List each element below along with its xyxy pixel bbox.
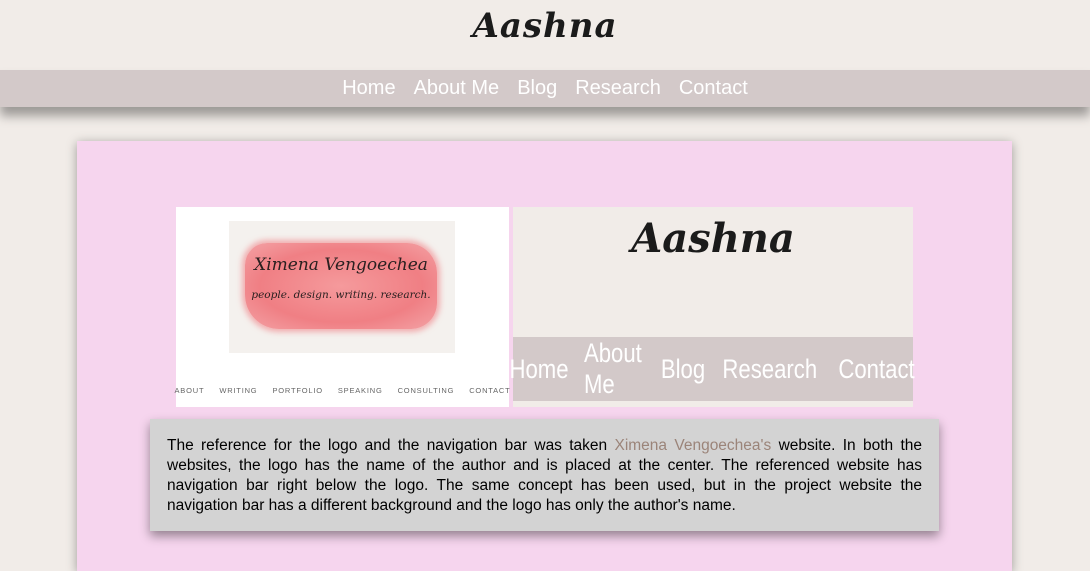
reference-logo-area: Ximena Vengoechea people. design. writin…: [229, 221, 455, 353]
project-nav-item: Research: [722, 353, 818, 384]
reference-nav-item: CONSULTING: [397, 386, 455, 395]
reference-nav-item: PORTFOLIO: [272, 386, 323, 395]
nav-home-link[interactable]: Home: [342, 77, 395, 100]
project-nav-item: About Me: [583, 338, 642, 399]
nav-blog-link[interactable]: Blog: [517, 77, 557, 100]
caption-text-before: The reference for the logo and the navig…: [167, 437, 615, 454]
nav-contact-link[interactable]: Contact: [679, 77, 748, 100]
nav-research-link[interactable]: Research: [575, 77, 661, 100]
content-card: Ximena Vengoechea people. design. writin…: [77, 141, 1012, 571]
reference-nav: ABOUT WRITING PORTFOLIO SPEAKING CONSULT…: [174, 386, 511, 395]
reference-logo-brush: Ximena Vengoechea people. design. writin…: [245, 243, 437, 329]
project-nav-item: Contact: [838, 353, 915, 384]
site-logo[interactable]: Aashna: [0, 6, 1090, 46]
description-caption: The reference for the logo and the navig…: [150, 419, 939, 531]
nav-about-link[interactable]: About Me: [414, 77, 500, 100]
reference-nav-item: ABOUT: [174, 386, 205, 395]
project-nav: Home About Me Blog Research Contact: [509, 337, 915, 401]
reference-nav-item: WRITING: [219, 386, 258, 395]
project-nav-item: Blog: [661, 353, 706, 384]
project-website-image: Aashna Home About Me Blog Research Conta…: [509, 207, 915, 407]
reference-nav-item: SPEAKING: [337, 386, 383, 395]
reference-website-image: Ximena Vengoechea people. design. writin…: [174, 207, 511, 407]
reference-website-link[interactable]: Ximena Vengoechea's: [614, 437, 771, 454]
reference-tagline: people. design. writing. research.: [251, 289, 431, 301]
main-navigation: Home About Me Blog Research Contact: [0, 70, 1090, 107]
reference-brand-name: Ximena Vengoechea: [254, 255, 428, 275]
reference-nav-item: CONTACT: [469, 386, 511, 395]
project-logo: Aashna: [631, 215, 795, 262]
project-nav-item: Home: [509, 353, 569, 384]
